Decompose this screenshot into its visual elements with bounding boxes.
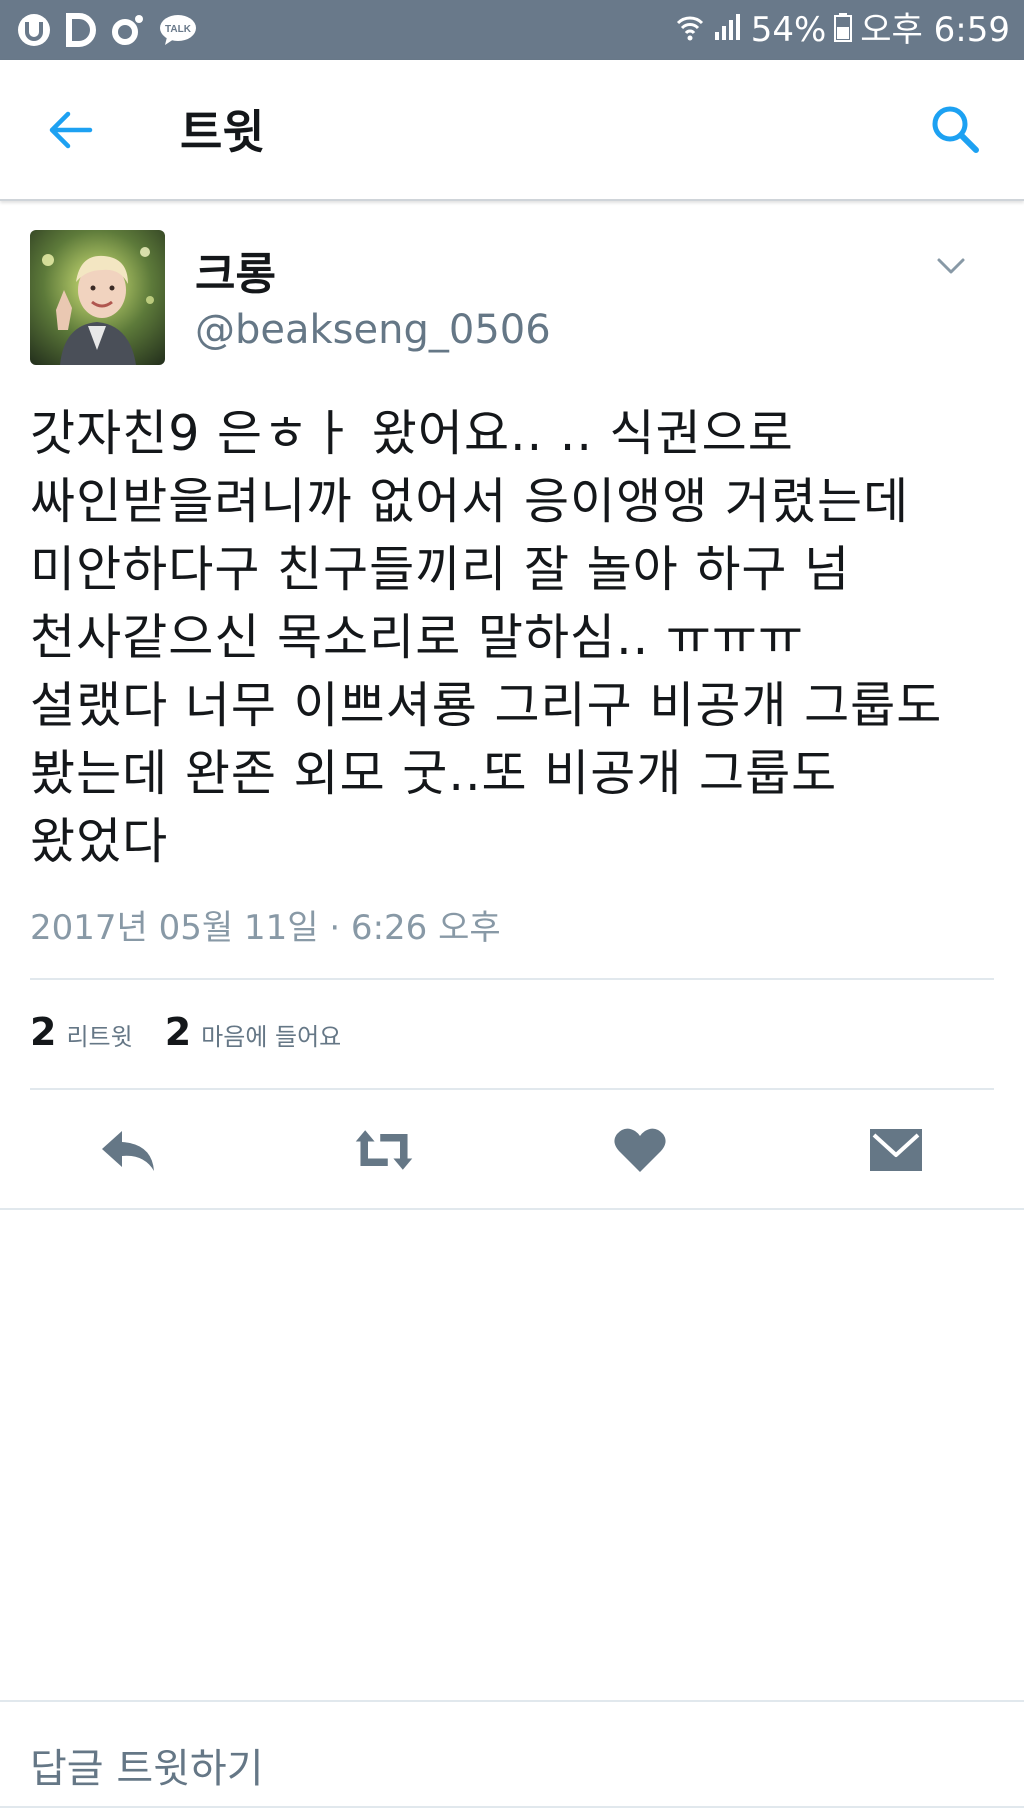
retweet-stat[interactable]: 2 리트윗 bbox=[30, 1010, 133, 1054]
author-name[interactable]: 크롱 bbox=[195, 238, 276, 302]
envelope-icon bbox=[870, 1129, 922, 1171]
like-button[interactable] bbox=[608, 1120, 672, 1180]
signal-icon bbox=[713, 12, 743, 48]
d-icon bbox=[66, 13, 96, 47]
divider bbox=[0, 1208, 1024, 1210]
retweet-label: 리트윗 bbox=[66, 1023, 133, 1051]
status-time: 오후 6:59 bbox=[860, 10, 1010, 50]
battery-icon bbox=[834, 12, 853, 48]
back-button[interactable] bbox=[44, 104, 96, 156]
retweet-count: 2 bbox=[30, 1010, 57, 1054]
app-bar: 트윗 bbox=[0, 60, 1024, 201]
page-title: 트윗 bbox=[180, 105, 265, 159]
retweet-button[interactable] bbox=[352, 1120, 416, 1180]
author-handle[interactable]: @beakseng_0506 bbox=[195, 307, 551, 353]
svg-text:TALK: TALK bbox=[165, 24, 192, 35]
reply-icon bbox=[102, 1131, 154, 1171]
avatar[interactable] bbox=[30, 230, 165, 365]
heart-icon bbox=[614, 1128, 666, 1172]
back-arrow-icon bbox=[49, 111, 93, 149]
avatar-image bbox=[30, 230, 165, 365]
divider bbox=[30, 1088, 994, 1090]
chevron-down-icon bbox=[937, 258, 965, 274]
reply-input-placeholder[interactable]: 답글 트윗하기 bbox=[30, 1736, 264, 1794]
u-plus-icon bbox=[16, 12, 52, 48]
direct-message-button[interactable] bbox=[864, 1120, 928, 1180]
tweet-text: 갓자친9 은ㅎㅏ 왔어요.. .. 식권으로 싸인받을려니까 없어서 응이앵앵 … bbox=[30, 405, 943, 870]
search-icon bbox=[932, 106, 979, 153]
status-bar: TALK 54% 오후 6:59 bbox=[0, 0, 1024, 60]
like-label: 마음에 들어요 bbox=[201, 1023, 342, 1051]
search-button[interactable] bbox=[928, 102, 982, 156]
retweet-icon bbox=[355, 1130, 413, 1170]
o-icon bbox=[110, 13, 144, 47]
kakaotalk-icon: TALK bbox=[158, 13, 198, 47]
wifi-icon bbox=[675, 12, 705, 48]
more-options-button[interactable] bbox=[935, 250, 967, 282]
divider bbox=[30, 978, 994, 980]
reply-composer[interactable]: 답글 트윗하기 bbox=[0, 1700, 1024, 1808]
tweet-stats: 2 리트윗 2 마음에 들어요 bbox=[30, 1010, 373, 1054]
battery-percent: 54% bbox=[750, 10, 827, 50]
reply-button[interactable] bbox=[96, 1120, 160, 1180]
like-count: 2 bbox=[164, 1010, 192, 1054]
tweet-timestamp: 2017년 05월 11일 · 6:26 오후 bbox=[30, 908, 501, 948]
like-stat[interactable]: 2 마음에 들어요 bbox=[165, 1010, 342, 1054]
